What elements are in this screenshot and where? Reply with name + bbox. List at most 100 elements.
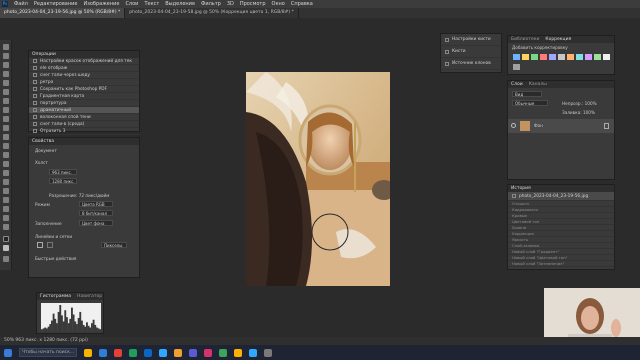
gradient-tool-icon[interactable]: [3, 152, 9, 158]
action-item[interactable]: Сохранить как Photoshop PDF: [29, 86, 139, 93]
zoom-tool-icon[interactable]: [3, 224, 9, 230]
adjustment-icon[interactable]: [531, 54, 538, 60]
tab-navigator[interactable]: Навигатор: [77, 294, 102, 299]
mode-select[interactable]: Цвета RGB: [79, 201, 113, 207]
toggle-checkbox-icon[interactable]: [33, 59, 37, 63]
history-step[interactable]: Новый слой "Затемнение": [508, 261, 614, 267]
adjustment-icon[interactable]: [585, 54, 592, 60]
taskbar-app-icon[interactable]: [99, 348, 107, 357]
tab-libraries[interactable]: Библиотеки: [511, 37, 539, 42]
action-item[interactable]: ретро: [29, 79, 139, 86]
rulers-unit-select[interactable]: Пикселы: [101, 242, 127, 248]
menu-view[interactable]: Просмотр: [240, 1, 266, 7]
lasso-tool-icon[interactable]: [3, 62, 9, 68]
taskbar-app-icon[interactable]: [204, 348, 212, 357]
tab-document-2[interactable]: photo_2023-04-04_23-19-58.jpg @ 50% (Кор…: [125, 8, 299, 18]
taskbar-app-icon[interactable]: [84, 348, 92, 357]
menu-3d[interactable]: 3D: [227, 1, 234, 7]
taskbar-app-icon[interactable]: [189, 348, 197, 357]
eyedropper-tool-icon[interactable]: [3, 98, 9, 104]
brush-tool-icon[interactable]: [3, 116, 9, 122]
menu-type[interactable]: Текст: [144, 1, 159, 7]
pen-tool-icon[interactable]: [3, 179, 9, 185]
taskbar-app-icon[interactable]: [129, 348, 137, 357]
action-item[interactable]: Отразить 3: [29, 128, 139, 135]
tab-document-1[interactable]: photo_2023-04-04_23-19-56.jpg @ 50% (RGB…: [0, 8, 126, 18]
toggle-checkbox-icon[interactable]: [33, 66, 37, 70]
taskbar-app-icon[interactable]: [144, 348, 152, 357]
foreground-color-icon[interactable]: [3, 236, 9, 242]
layer-kind-filter[interactable]: Вид: [512, 91, 542, 97]
brushes-item[interactable]: Кисти: [441, 46, 501, 58]
stamp-tool-icon[interactable]: [3, 125, 9, 131]
type-tool-icon[interactable]: [3, 188, 9, 194]
menu-image[interactable]: Изображение: [83, 1, 119, 7]
taskbar-app-icon[interactable]: [264, 348, 272, 357]
toggle-checkbox-icon[interactable]: [33, 101, 37, 105]
photoshop-logo-icon[interactable]: Ps: [2, 1, 8, 7]
toggle-checkbox-icon[interactable]: [33, 80, 37, 84]
taskbar-app-icon[interactable]: [219, 348, 227, 357]
fill-select[interactable]: Цвет фона: [79, 220, 113, 226]
properties-panel-title[interactable]: Свойства: [32, 139, 54, 144]
adjustment-icon[interactable]: [522, 54, 529, 60]
clone-source-item[interactable]: Источник клонов: [441, 58, 501, 70]
taskbar-app-icon[interactable]: [249, 348, 257, 357]
taskbar-search-input[interactable]: Чтобы начать поиск...: [19, 348, 77, 357]
rulers-section-label[interactable]: Линейки и сетки: [35, 234, 72, 239]
action-item[interactable]: ele отображ: [29, 65, 139, 72]
menu-file[interactable]: Файл: [14, 1, 28, 7]
toggle-checkbox-icon[interactable]: [33, 122, 37, 126]
blur-tool-icon[interactable]: [3, 161, 9, 167]
toggle-checkbox-icon[interactable]: [33, 87, 37, 91]
dodge-tool-icon[interactable]: [3, 170, 9, 176]
tab-layers[interactable]: Слои: [511, 82, 523, 87]
menu-window[interactable]: Окно: [272, 1, 285, 7]
action-item[interactable]: волоконная спой тени: [29, 114, 139, 121]
toggle-checkbox-icon[interactable]: [33, 73, 37, 77]
adjustment-icon[interactable]: [513, 64, 520, 70]
windows-start-icon[interactable]: [4, 348, 12, 357]
frame-tool-icon[interactable]: [3, 89, 9, 95]
history-panel-title[interactable]: История: [511, 186, 531, 191]
adjustment-icon[interactable]: [558, 54, 565, 60]
adjustment-icon[interactable]: [603, 54, 610, 60]
menu-filter[interactable]: Фильтр: [201, 1, 221, 7]
menu-help[interactable]: Справка: [291, 1, 313, 7]
path-select-tool-icon[interactable]: [3, 197, 9, 203]
marquee-tool-icon[interactable]: [3, 53, 9, 59]
adjustment-icon[interactable]: [513, 54, 520, 60]
eraser-tool-icon[interactable]: [3, 143, 9, 149]
menu-layers[interactable]: Слои: [125, 1, 138, 7]
tab-channels[interactable]: Каналы: [529, 82, 547, 87]
taskbar-app-icon[interactable]: [159, 348, 167, 357]
toggle-checkbox-icon[interactable]: [33, 129, 37, 133]
toggle-checkbox-icon[interactable]: [33, 94, 37, 98]
adjustment-icon[interactable]: [576, 54, 583, 60]
toggle-checkbox-icon[interactable]: [33, 108, 37, 112]
grid-icon[interactable]: [47, 242, 53, 248]
move-tool-icon[interactable]: [3, 44, 9, 50]
taskbar-app-icon[interactable]: [234, 348, 242, 357]
brush-settings-item[interactable]: Настройки кисти: [441, 34, 501, 46]
tab-histogram[interactable]: Гистограмма: [40, 294, 71, 299]
actions-panel-title[interactable]: Операции: [32, 52, 56, 57]
background-color-icon[interactable]: [3, 245, 9, 251]
opacity-label[interactable]: Непрозр.: 100%: [562, 101, 597, 106]
taskbar-app-icon[interactable]: [114, 348, 122, 357]
depth-select[interactable]: 8 бит/канал: [79, 210, 113, 216]
action-item[interactable]: драматичный: [29, 107, 139, 114]
blend-mode-select[interactable]: Обычные: [512, 100, 548, 106]
action-item[interactable]: портретура: [29, 100, 139, 107]
tab-adjustments[interactable]: Коррекция: [545, 37, 571, 42]
crop-tool-icon[interactable]: [3, 80, 9, 86]
fill-opacity-label[interactable]: Заливка: 100%: [562, 110, 595, 115]
menu-select[interactable]: Выделение: [165, 1, 195, 7]
healing-tool-icon[interactable]: [3, 107, 9, 113]
hand-tool-icon[interactable]: [3, 215, 9, 221]
history-snapshot[interactable]: photo_2023-04-04_23-19-56.jpg: [508, 192, 614, 201]
canvas-section-label[interactable]: Холст: [35, 160, 48, 165]
quick-actions-label[interactable]: Быстрые действия: [35, 256, 76, 261]
quick-select-tool-icon[interactable]: [3, 71, 9, 77]
action-item[interactable]: снег тапи-в (среда): [29, 121, 139, 128]
